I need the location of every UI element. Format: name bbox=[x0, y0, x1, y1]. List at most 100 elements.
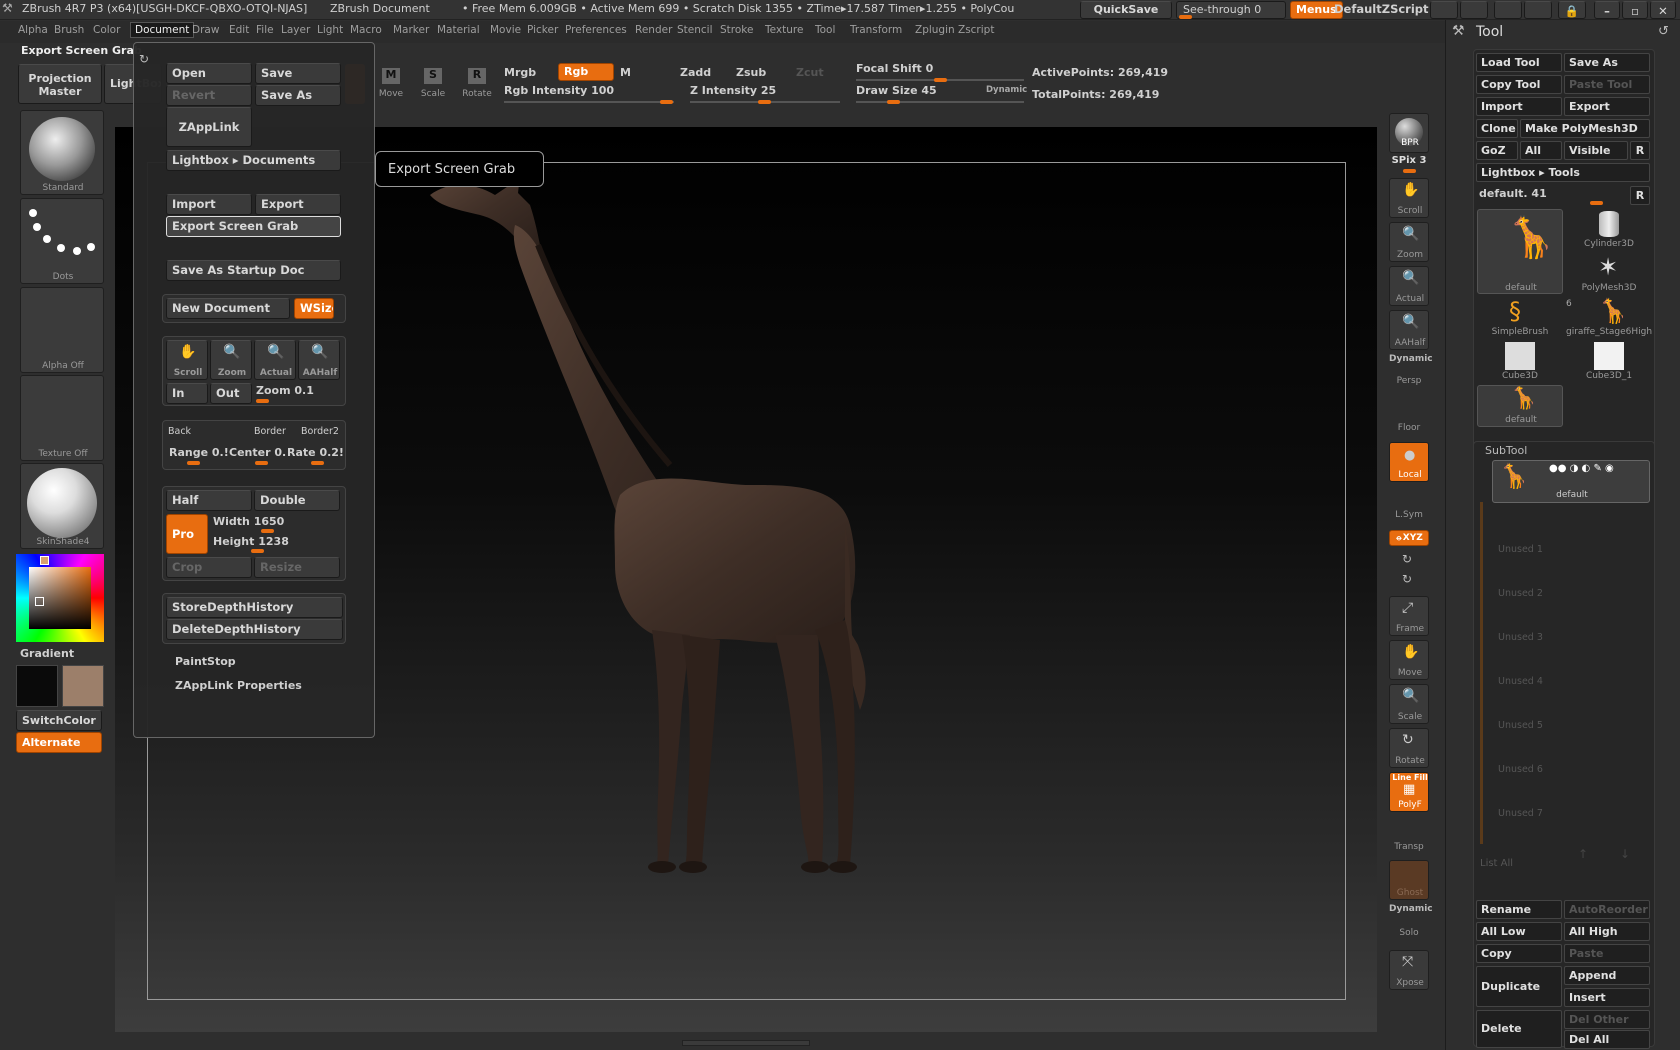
zoom-slider-knob[interactable] bbox=[256, 399, 269, 403]
menu-macro[interactable]: Macro bbox=[350, 24, 382, 36]
m-button[interactable]: M bbox=[620, 66, 631, 79]
back-button[interactable]: Back bbox=[168, 426, 191, 437]
alpha-thumbnail[interactable]: Alpha Off bbox=[20, 287, 104, 373]
refresh-icon[interactable]: ↻ bbox=[139, 52, 149, 66]
local-button[interactable]: ● Local bbox=[1389, 442, 1429, 482]
subtool-active-item[interactable]: 🦒 ●● ◑ ◐ ✎ ◉ default bbox=[1492, 460, 1650, 503]
z-intensity-slider[interactable]: Z Intensity 25 bbox=[690, 84, 840, 104]
shelf-zoom-button[interactable]: 🔍 Zoom bbox=[1389, 222, 1429, 262]
rgb-intensity-slider[interactable]: Rgb Intensity 100 bbox=[504, 84, 674, 104]
menu-texture[interactable]: Texture bbox=[765, 24, 803, 36]
rgb-intensity-knob[interactable] bbox=[660, 100, 673, 104]
color-marker[interactable] bbox=[35, 597, 44, 606]
autoreorder-button[interactable]: AutoReorder bbox=[1564, 900, 1650, 919]
maximize-icon[interactable]: ▫ bbox=[1622, 1, 1648, 19]
subtool-slot[interactable]: Unused 7 bbox=[1498, 808, 1543, 819]
shelf-scale-button[interactable]: 🔍 Scale bbox=[1389, 684, 1429, 724]
close-icon[interactable]: ✕ bbox=[1650, 1, 1676, 19]
menu-layer[interactable]: Layer bbox=[281, 24, 310, 36]
doc-aahalf-button[interactable]: 🔍 AAHalf bbox=[298, 340, 340, 380]
default-zscript-label[interactable]: DefaultZScript bbox=[1334, 2, 1429, 16]
layout-icon[interactable] bbox=[1494, 1, 1522, 19]
menu-edit[interactable]: Edit bbox=[229, 24, 249, 36]
frame-button[interactable]: ⤢ Frame bbox=[1389, 596, 1429, 636]
list-all-button[interactable]: List All bbox=[1480, 858, 1513, 869]
menu-alpha[interactable]: Alpha bbox=[18, 24, 48, 36]
switchcolor-button[interactable]: SwitchColor bbox=[16, 710, 102, 731]
palette-refresh-icon[interactable]: ↺ bbox=[1658, 24, 1669, 39]
xyz-button[interactable]: ⦵XYZ bbox=[1389, 530, 1429, 546]
del-all-button[interactable]: Del All bbox=[1564, 1030, 1650, 1049]
floor-button[interactable]: Floor bbox=[1389, 397, 1429, 435]
menu-zplugin[interactable]: Zplugin bbox=[915, 24, 955, 36]
color-picker[interactable] bbox=[16, 554, 104, 642]
clone-button[interactable]: Clone bbox=[1476, 119, 1518, 138]
shelf-actual-button[interactable]: 🔍 Actual bbox=[1389, 266, 1429, 306]
spix-knob[interactable] bbox=[1403, 169, 1416, 173]
del-other-button[interactable]: Del Other bbox=[1564, 1010, 1650, 1029]
new-document-button[interactable]: New Document bbox=[166, 298, 290, 319]
prev-icon[interactable] bbox=[1430, 1, 1458, 19]
brush-thumbnail[interactable]: Standard bbox=[20, 110, 104, 195]
width-knob[interactable] bbox=[261, 529, 274, 533]
tool-thumb-default[interactable]: 🦒 default bbox=[1477, 209, 1563, 294]
stroke-thumbnail[interactable]: Dots bbox=[20, 198, 104, 284]
subtool-slot[interactable]: Unused 5 bbox=[1498, 720, 1543, 731]
scale-button[interactable]: S Scale bbox=[414, 64, 452, 104]
subtool-slot[interactable]: Unused 3 bbox=[1498, 632, 1543, 643]
polyf-button[interactable]: Line Fill ▦ PolyF bbox=[1389, 772, 1429, 812]
menu-marker[interactable]: Marker bbox=[393, 24, 429, 36]
subtool-header[interactable]: SubTool bbox=[1485, 444, 1527, 457]
rgb-button[interactable]: Rgb bbox=[558, 63, 614, 81]
store-depth-history-button[interactable]: StoreDepthHistory bbox=[166, 597, 343, 618]
subtool-slot[interactable]: Unused 1 bbox=[1498, 544, 1543, 555]
make-polymesh-button[interactable]: Make PolyMesh3D bbox=[1520, 119, 1650, 138]
giraffe-model[interactable] bbox=[420, 165, 940, 940]
rotate-y-icon[interactable]: ↻ bbox=[1402, 552, 1412, 566]
alternate-button[interactable]: Alternate bbox=[16, 732, 102, 753]
texture-thumbnail[interactable]: Texture Off bbox=[20, 375, 104, 461]
tool-export-button[interactable]: Export bbox=[1564, 97, 1650, 116]
layout2-icon[interactable] bbox=[1524, 1, 1552, 19]
duplicate-button[interactable]: Duplicate bbox=[1476, 966, 1562, 1007]
export-button[interactable]: Export bbox=[255, 194, 341, 215]
subtool-scrollbar[interactable] bbox=[1480, 502, 1483, 844]
tool-import-button[interactable]: Import bbox=[1476, 97, 1562, 116]
menu-light[interactable]: Light bbox=[317, 24, 343, 36]
shelf-move-button[interactable]: ✋ Move bbox=[1389, 640, 1429, 680]
next-icon[interactable] bbox=[1460, 1, 1488, 19]
shelf-aahalf-button[interactable]: 🔍 AAHalf bbox=[1389, 310, 1429, 350]
menu-picker[interactable]: Picker bbox=[527, 24, 558, 36]
center-slider[interactable]: Center 0. bbox=[229, 446, 286, 459]
tool-thumb-cube3d[interactable]: Cube3D bbox=[1477, 341, 1563, 383]
menu-draw[interactable]: Draw bbox=[192, 24, 219, 36]
gradient-label[interactable]: Gradient bbox=[20, 647, 74, 660]
all-low-button[interactable]: All Low bbox=[1476, 922, 1562, 941]
height-knob[interactable] bbox=[251, 549, 264, 553]
paintstop-item[interactable]: PaintStop bbox=[175, 655, 236, 668]
border-button[interactable]: Border bbox=[254, 426, 286, 437]
lsym-button[interactable]: L.Sym bbox=[1389, 494, 1429, 522]
load-tool-button[interactable]: Load Tool bbox=[1476, 53, 1562, 72]
tool-thumb-simplebrush[interactable]: § SimpleBrush bbox=[1477, 297, 1563, 339]
projection-master-button[interactable]: Projection Master bbox=[18, 64, 102, 104]
move-up-icon[interactable]: ↑ bbox=[1578, 847, 1588, 861]
transp-button[interactable]: Transp bbox=[1389, 818, 1429, 854]
save-button[interactable]: Save bbox=[255, 63, 341, 84]
menu-stroke[interactable]: Stroke bbox=[720, 24, 753, 36]
shelf-scroll-button[interactable]: ✋ Scroll bbox=[1389, 178, 1429, 218]
bottom-tray-handle[interactable] bbox=[682, 1040, 810, 1046]
minimize-icon[interactable]: – bbox=[1594, 1, 1620, 19]
menu-color[interactable]: Color bbox=[93, 24, 120, 36]
resize-button[interactable]: Resize bbox=[254, 557, 340, 578]
tool-thumb-polymesh[interactable]: ✶ PolyMesh3D bbox=[1566, 253, 1652, 295]
save-as-button[interactable]: Save As bbox=[255, 85, 341, 106]
see-through-knob[interactable] bbox=[1179, 15, 1192, 19]
spix-slider[interactable]: SPix 3 bbox=[1389, 155, 1429, 173]
pro-button[interactable]: Pro bbox=[166, 514, 208, 554]
lock-icon[interactable]: 🔒 bbox=[1558, 1, 1586, 19]
rate-slider[interactable]: Rate 0.2! bbox=[287, 446, 344, 459]
zapplink-properties-item[interactable]: ZAppLink Properties bbox=[175, 679, 302, 692]
save-startup-doc-button[interactable]: Save As Startup Doc bbox=[166, 260, 341, 281]
mrgb-button[interactable]: Mrgb bbox=[504, 66, 536, 79]
